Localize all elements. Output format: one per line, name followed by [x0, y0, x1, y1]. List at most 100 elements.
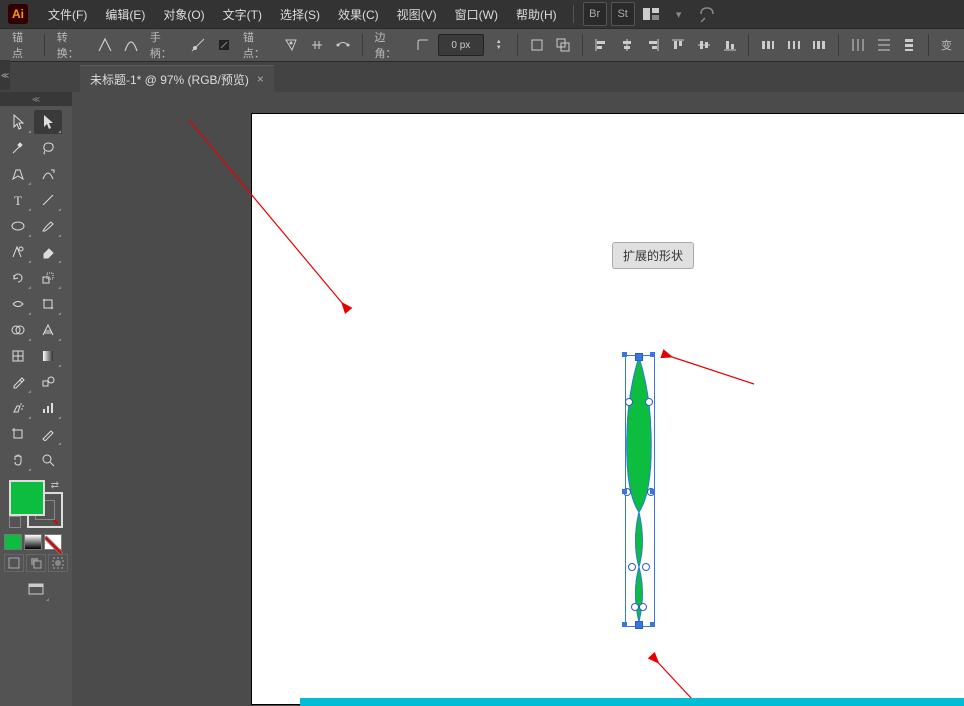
symbol-sprayer-tool-icon[interactable]: [4, 396, 32, 420]
gradient-tool-icon[interactable]: [34, 344, 62, 368]
scale-tool-icon[interactable]: [34, 266, 62, 290]
fill-swatch[interactable]: [9, 480, 45, 516]
color-gradient-icon[interactable]: [24, 534, 42, 550]
lasso-tool-icon[interactable]: [34, 136, 62, 160]
menu-text[interactable]: 文字(T): [215, 2, 270, 27]
stock-button[interactable]: St: [611, 2, 635, 26]
fill-stroke-swatch[interactable]: ⇄: [9, 480, 63, 528]
free-transform-tool-icon[interactable]: [34, 292, 62, 316]
vector-shape[interactable]: [72, 92, 964, 706]
distribute-v-top-icon[interactable]: [847, 33, 869, 57]
draw-normal-icon[interactable]: [4, 554, 24, 572]
selection-tool-icon[interactable]: [4, 110, 32, 134]
menu-effect[interactable]: 效果(C): [330, 2, 387, 27]
corner-radius-input[interactable]: [438, 34, 484, 56]
distribute-v-center-icon[interactable]: [873, 33, 895, 57]
eyedropper-tool-icon[interactable]: [4, 370, 32, 394]
color-mode-row: [4, 534, 68, 550]
swap-fill-stroke-icon[interactable]: ⇄: [51, 480, 59, 491]
tab-close-icon[interactable]: ×: [257, 72, 264, 86]
anchor-point[interactable]: [645, 398, 653, 406]
connect-anchor-icon[interactable]: [332, 33, 354, 57]
direct-selection-tool-icon[interactable]: [34, 110, 62, 134]
anchor-point[interactable]: [631, 603, 639, 611]
default-fill-stroke-icon[interactable]: [9, 516, 21, 528]
anchor-point[interactable]: [628, 563, 636, 571]
artboard-tool-icon[interactable]: [4, 422, 32, 446]
graph-tool-icon[interactable]: [34, 396, 62, 420]
stepper-icon[interactable]: ▲▼: [488, 33, 510, 57]
convert-corner-icon[interactable]: [95, 33, 117, 57]
distribute-h-center-icon[interactable]: [783, 33, 805, 57]
canvas-area[interactable]: 扩展的形状: [72, 92, 964, 706]
menu-window[interactable]: 窗口(W): [447, 2, 506, 27]
align-pixel-icon[interactable]: [526, 33, 548, 57]
width-tool-icon[interactable]: [4, 292, 32, 316]
cut-path-icon[interactable]: [306, 33, 328, 57]
anchor-point[interactable]: [642, 563, 650, 571]
document-tab-bar: 未标题-1* @ 97% (RGB/预览) ×: [0, 62, 964, 92]
handle-point[interactable]: [622, 622, 627, 627]
workspace-layout-icon[interactable]: [639, 2, 663, 26]
mesh-tool-icon[interactable]: [4, 344, 32, 368]
magic-wand-tool-icon[interactable]: [4, 136, 32, 160]
align-right-icon[interactable]: [642, 33, 664, 57]
remove-anchor-icon[interactable]: [281, 33, 303, 57]
eraser-tool-icon[interactable]: [34, 240, 62, 264]
distribute-v-bottom-icon[interactable]: [898, 33, 920, 57]
panel-collapse-icon[interactable]: ≪: [0, 60, 10, 90]
isolate-icon[interactable]: [552, 33, 574, 57]
handle-point[interactable]: [650, 489, 655, 494]
align-vcenter-icon[interactable]: [693, 33, 715, 57]
draw-inside-icon[interactable]: [48, 554, 68, 572]
color-none-icon[interactable]: [44, 534, 62, 550]
menu-object[interactable]: 对象(O): [155, 2, 212, 27]
control-bar: 锚点 转换： 手柄： 锚点： 边角： ▲▼ 变: [0, 29, 964, 62]
anchor-point[interactable]: [625, 398, 633, 406]
line-tool-icon[interactable]: [34, 188, 62, 212]
menu-select[interactable]: 选择(S): [272, 2, 328, 27]
handle-point[interactable]: [622, 352, 627, 357]
type-tool-icon[interactable]: T: [4, 188, 32, 212]
distribute-h-left-icon[interactable]: [757, 33, 779, 57]
ellipse-tool-icon[interactable]: [4, 214, 32, 238]
handle-show-icon[interactable]: [188, 33, 210, 57]
shape-builder-tool-icon[interactable]: [4, 318, 32, 342]
search-icon[interactable]: [695, 2, 719, 26]
toolbar-collapse-icon[interactable]: ≪: [0, 92, 72, 106]
handle-point[interactable]: [650, 352, 655, 357]
align-hcenter-icon[interactable]: [616, 33, 638, 57]
slice-tool-icon[interactable]: [34, 422, 62, 446]
document-tab[interactable]: 未标题-1* @ 97% (RGB/预览) ×: [80, 65, 274, 92]
perspective-grid-tool-icon[interactable]: [34, 318, 62, 342]
blend-tool-icon[interactable]: [34, 370, 62, 394]
hand-tool-icon[interactable]: [4, 448, 32, 472]
anchor-point[interactable]: [635, 621, 643, 629]
shaper-tool-icon[interactable]: [4, 240, 32, 264]
color-solid-icon[interactable]: [4, 534, 22, 550]
paintbrush-tool-icon[interactable]: [34, 214, 62, 238]
pen-tool-icon[interactable]: [4, 162, 32, 186]
align-left-icon[interactable]: [591, 33, 613, 57]
curvature-tool-icon[interactable]: [34, 162, 62, 186]
corner-type-icon[interactable]: [412, 33, 434, 57]
handle-point[interactable]: [650, 622, 655, 627]
bridge-button[interactable]: Br: [583, 2, 607, 26]
menu-edit[interactable]: 编辑(E): [97, 2, 153, 27]
align-top-icon[interactable]: [668, 33, 690, 57]
menu-view[interactable]: 视图(V): [389, 2, 445, 27]
menu-help[interactable]: 帮助(H): [508, 2, 565, 27]
distribute-h-right-icon[interactable]: [809, 33, 831, 57]
convert-smooth-icon[interactable]: [120, 33, 142, 57]
handle-hide-icon[interactable]: [213, 33, 235, 57]
draw-behind-icon[interactable]: [26, 554, 46, 572]
zoom-tool-icon[interactable]: [34, 448, 62, 472]
rotate-tool-icon[interactable]: [4, 266, 32, 290]
handle-point[interactable]: [622, 489, 627, 494]
menu-file[interactable]: 文件(F): [40, 2, 95, 27]
anchor-point[interactable]: [639, 603, 647, 611]
workspace-switcher-icon[interactable]: ▾: [667, 2, 691, 26]
anchor-point[interactable]: [635, 353, 643, 361]
screen-mode-icon[interactable]: [22, 578, 50, 602]
align-bottom-icon[interactable]: [719, 33, 741, 57]
